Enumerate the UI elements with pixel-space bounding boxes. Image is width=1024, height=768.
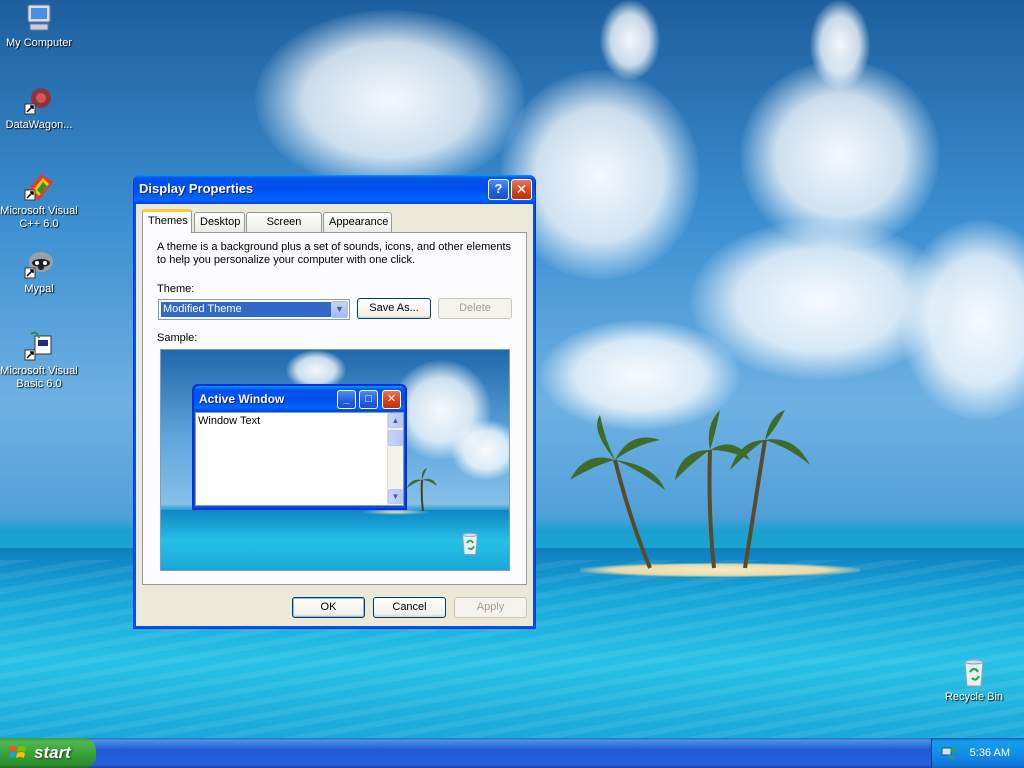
minimize-icon: _ bbox=[337, 390, 356, 409]
palm-trees-image bbox=[570, 410, 810, 569]
sample-window-titlebar: Active Window _ □ ✕ bbox=[194, 386, 405, 411]
system-tray: 5:36 AM bbox=[931, 738, 1024, 768]
tab-label: Appearance bbox=[329, 216, 389, 228]
tab-label: Desktop bbox=[200, 216, 241, 228]
maximize-icon: □ bbox=[359, 390, 378, 409]
cloud bbox=[451, 420, 509, 480]
apply-button[interactable]: Apply bbox=[454, 597, 527, 618]
desktop-icon-mypal[interactable]: Mypal bbox=[0, 248, 78, 296]
sample-window-client-area: Window Text ▲ ▼ bbox=[195, 412, 404, 506]
sample-window-text: Window Text bbox=[198, 415, 261, 427]
theme-dropdown-value: Modified Theme bbox=[161, 302, 331, 317]
visual-cpp-shortcut-icon bbox=[24, 174, 53, 201]
tab-screen-saver[interactable]: Screen Saver bbox=[246, 212, 322, 246]
save-as-button[interactable]: Save As... bbox=[357, 298, 431, 319]
desktop-icon-visual-cpp[interactable]: Microsoft Visual C++ 6.0 bbox=[0, 170, 78, 231]
desktop-icon-label: Microsoft Visual C++ 6.0 bbox=[0, 205, 78, 230]
close-icon: ✕ bbox=[382, 390, 401, 409]
taskbar: start 5:36 AM bbox=[0, 738, 1024, 768]
visual-basic-shortcut-icon bbox=[24, 331, 52, 361]
theme-sample-preview: Active Window _ □ ✕ Window Text ▲ ▼ bbox=[160, 349, 510, 571]
scrollbar-thumb bbox=[388, 430, 403, 446]
chevron-down-icon[interactable]: ▼ bbox=[331, 301, 348, 318]
desktop-icon-label: My Computer bbox=[5, 37, 73, 49]
display-properties-dialog: Display Properties ? ✕ Themes Desktop Sc… bbox=[133, 175, 536, 629]
datawagon-shortcut-icon bbox=[24, 88, 51, 115]
desktop-icon-label: Mypal bbox=[24, 283, 54, 295]
desktop-icon-label: DataWagon... bbox=[5, 119, 73, 131]
scroll-down-icon: ▼ bbox=[388, 489, 403, 504]
themes-tab-panel: A theme is a background plus a set of so… bbox=[142, 232, 527, 585]
help-icon: ? bbox=[494, 181, 503, 196]
network-icon[interactable] bbox=[940, 745, 956, 761]
desktop-icon-visual-basic[interactable]: Microsoft Visual Basic 6.0 bbox=[0, 330, 78, 391]
desktop-icon-label: Microsoft Visual Basic 6.0 bbox=[0, 365, 78, 390]
sample-active-window: Active Window _ □ ✕ Window Text ▲ ▼ bbox=[192, 384, 407, 510]
sample-palm-tree-image bbox=[407, 468, 437, 512]
close-icon: ✕ bbox=[515, 181, 528, 197]
theme-label: Theme: bbox=[157, 283, 195, 295]
sample-scrollbar: ▲ ▼ bbox=[387, 413, 403, 505]
cloud bbox=[600, 0, 660, 80]
close-button[interactable]: ✕ bbox=[511, 179, 532, 200]
tab-themes[interactable]: Themes bbox=[142, 209, 192, 233]
theme-dropdown[interactable]: Modified Theme ▼ bbox=[158, 299, 350, 320]
desktop-icon-my-computer[interactable]: My Computer bbox=[0, 2, 78, 50]
sample-window-title: Active Window bbox=[199, 392, 285, 406]
clock[interactable]: 5:36 AM bbox=[970, 738, 1010, 768]
ok-button[interactable]: OK bbox=[292, 597, 365, 618]
start-button[interactable]: start bbox=[0, 738, 96, 768]
tab-appearance[interactable]: Appearance bbox=[323, 212, 392, 232]
scroll-up-icon: ▲ bbox=[388, 413, 403, 428]
dialog-titlebar[interactable]: Display Properties ? ✕ bbox=[134, 175, 535, 204]
tab-desktop[interactable]: Desktop bbox=[194, 212, 245, 232]
recycle-bin-icon bbox=[964, 659, 984, 687]
dialog-title: Display Properties bbox=[139, 181, 254, 196]
sample-recycle-bin-icon bbox=[462, 532, 478, 555]
mypal-shortcut-icon bbox=[24, 252, 53, 279]
sample-label: Sample: bbox=[157, 332, 198, 344]
theme-description: A theme is a background plus a set of so… bbox=[157, 241, 512, 266]
help-button[interactable]: ? bbox=[488, 179, 509, 200]
cloud bbox=[255, 10, 525, 190]
start-label: start bbox=[34, 743, 71, 762]
desktop-icon-label: Recycle Bin bbox=[944, 691, 1004, 703]
desktop-icon-recycle-bin[interactable]: Recycle Bin bbox=[935, 656, 1013, 704]
my-computer-icon bbox=[27, 4, 51, 31]
delete-button[interactable]: Delete bbox=[438, 298, 512, 319]
desktop-icon-datawagon[interactable]: DataWagon... bbox=[0, 84, 78, 132]
windows-logo-icon bbox=[9, 746, 26, 758]
tab-label: Themes bbox=[148, 215, 188, 227]
cloud bbox=[810, 0, 870, 90]
cancel-button[interactable]: Cancel bbox=[373, 597, 446, 618]
